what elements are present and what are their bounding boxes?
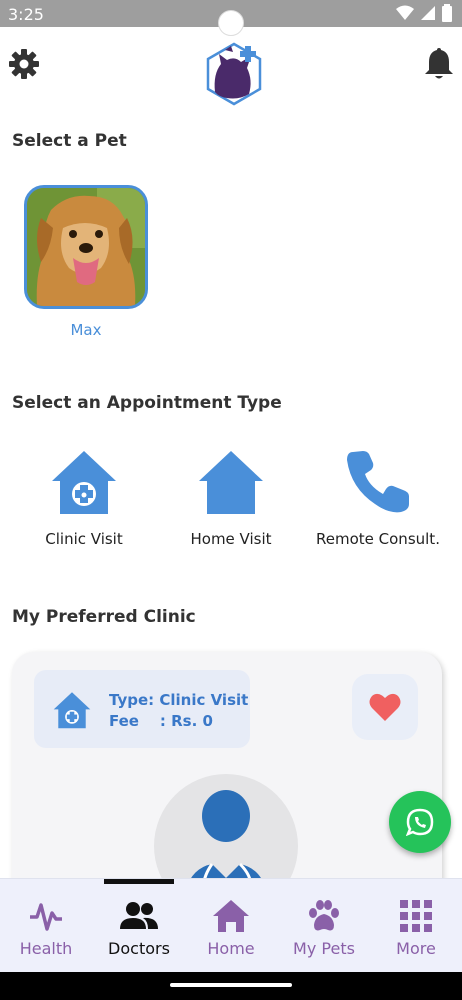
nav-label: Health [19,939,73,958]
nav-label: Doctors [108,939,170,958]
signal-icon [421,6,435,20]
house-icon [199,451,263,514]
appointment-label: Remote Consult. [316,530,440,548]
appointment-remote-consult[interactable]: Remote Consult. [316,448,440,548]
appointment-fee-text: Fee : Rs. 0 [109,712,213,730]
appointment-home-visit[interactable]: Home Visit [185,448,277,548]
phone-icon [347,451,409,513]
bell-icon[interactable] [424,46,454,80]
app-screen: 3:25 Select a Pet Max Select an Appointm… [0,0,462,1000]
appointment-type-text: Type: Clinic Visit [109,691,249,709]
nav-label: Home [207,939,255,958]
whatsapp-icon [406,808,434,836]
appointment-label: Clinic Visit [45,530,123,548]
clinic-house-icon [53,692,91,729]
favorite-button[interactable] [352,674,418,740]
pet-name[interactable]: Max [24,321,148,339]
pet-card-max[interactable] [24,185,148,309]
people-icon [120,902,158,929]
nav-health[interactable]: Health [1,899,91,958]
nav-label: More [396,939,436,958]
pet-photo [27,188,145,306]
nav-home[interactable]: Home [186,899,276,958]
home-icon [213,900,249,932]
app-logo [206,42,262,106]
status-bar: 3:25 [0,0,462,36]
battery-icon [442,4,452,22]
preferred-clinic-heading: My Preferred Clinic [12,607,196,627]
select-pet-heading: Select a Pet [12,131,127,151]
nav-doctors[interactable]: Doctors [94,899,184,958]
nav-more[interactable]: More [371,899,461,958]
nav-label: My Pets [293,939,355,958]
active-tab-indicator [104,879,174,884]
system-navigation-bar [0,972,462,1000]
paw-icon [309,900,339,931]
home-gesture-pill[interactable] [170,983,292,987]
appointment-label: Home Visit [190,530,272,548]
nav-my-pets[interactable]: My Pets [279,899,369,958]
grid-icon [400,900,432,932]
appointment-info-box: Type: Clinic Visit Fee : Rs. 0 [34,670,250,748]
heartbeat-icon [30,903,62,931]
gear-icon[interactable] [8,48,40,80]
status-icons [396,4,452,22]
bottom-navigation: Health Doctors Home My Pets More [0,878,462,972]
appointment-clinic-visit[interactable]: Clinic Visit [38,448,130,548]
whatsapp-button[interactable] [389,791,451,853]
clinic-house-icon [52,451,116,514]
status-time: 3:25 [8,5,44,24]
heart-icon [369,693,401,721]
select-appointment-heading: Select an Appointment Type [12,393,282,413]
camera-cutout [218,10,244,36]
wifi-icon [396,5,414,20]
